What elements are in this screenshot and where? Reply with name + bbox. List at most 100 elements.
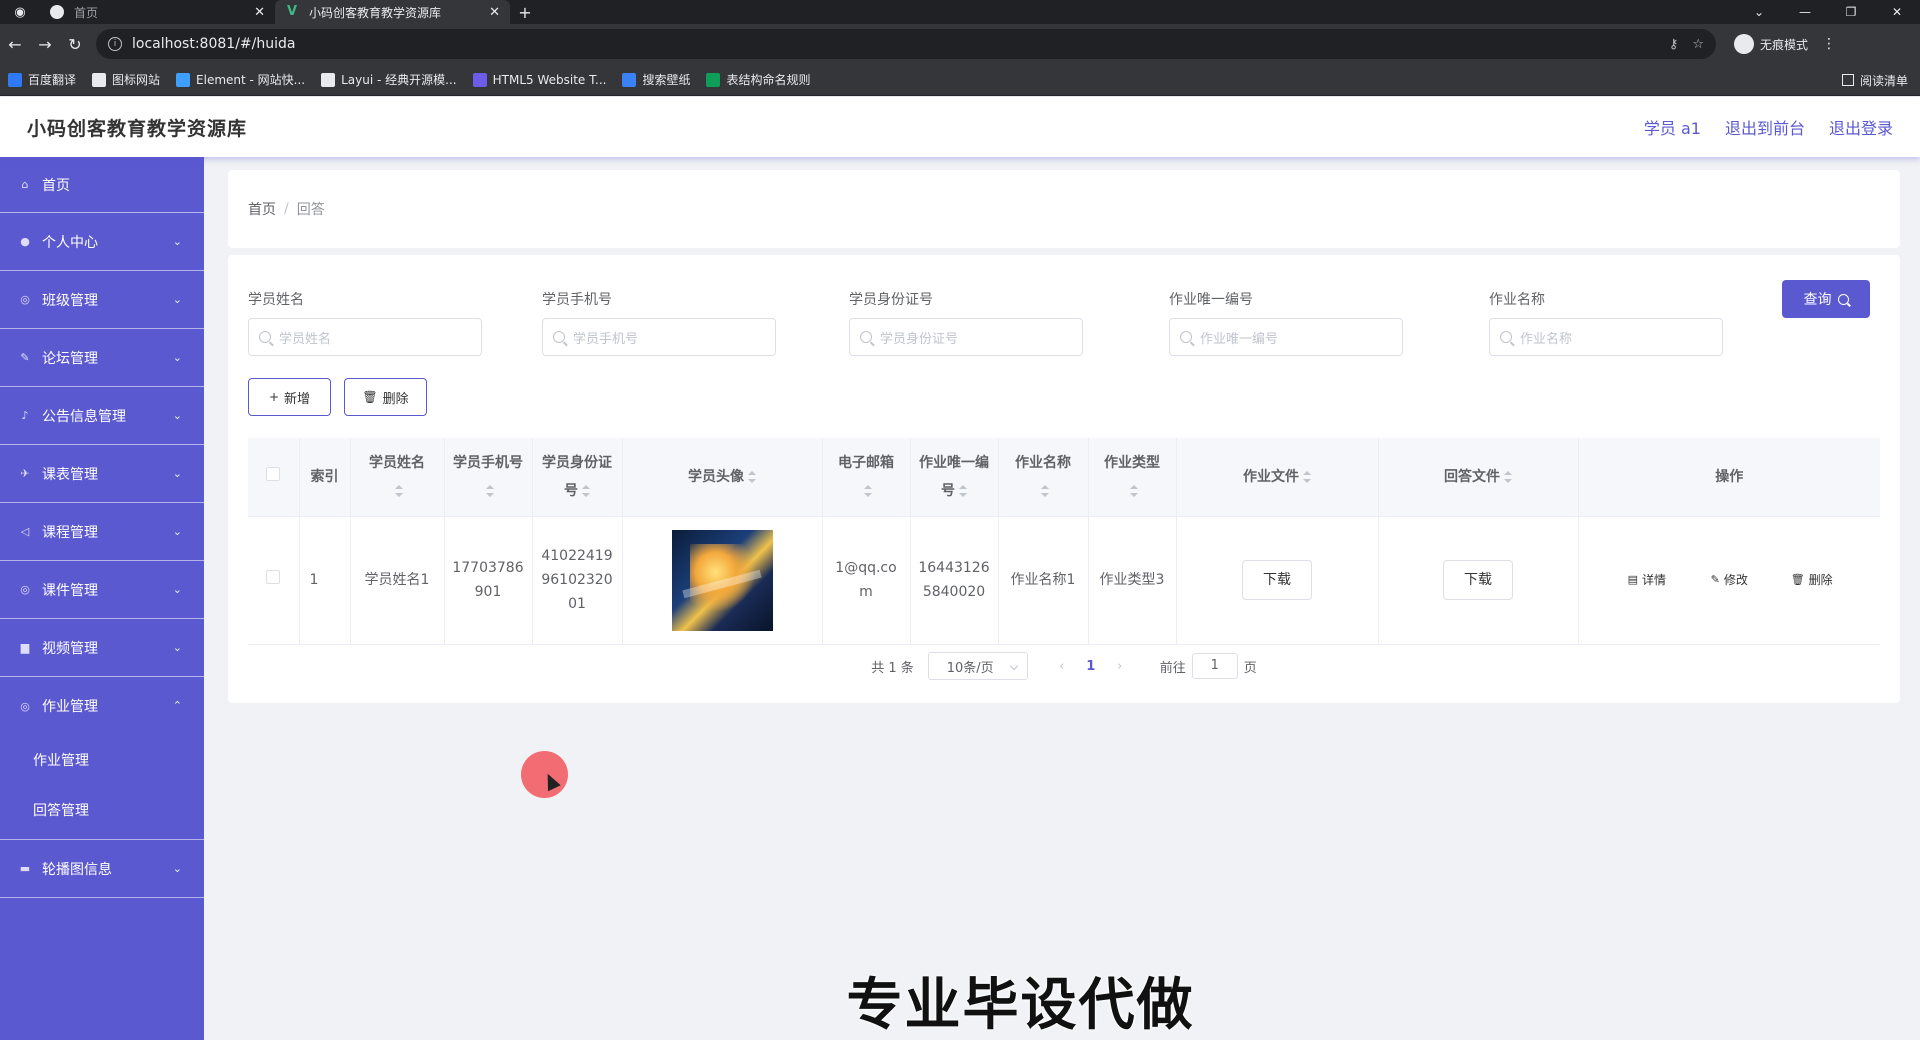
sidebar-item-forum[interactable]: ✎ 论坛管理 ⌄ [0, 329, 204, 387]
breadcrumb-home[interactable]: 首页 [248, 199, 276, 219]
student-avatar-image [671, 529, 773, 631]
add-button[interactable]: + 新增 [248, 378, 331, 416]
goto-page-input[interactable]: 1 [1191, 653, 1238, 679]
detail-button[interactable]: ▤ 详情 [1612, 565, 1682, 595]
chevron-down-icon[interactable]: ⌄ [1736, 0, 1782, 24]
input-placeholder: 学员手机号 [573, 331, 639, 347]
sidebar-item-schedule[interactable]: ✈ 课表管理 ⌄ [0, 445, 204, 503]
bookmark-item[interactable]: Element - 网站快... [176, 71, 305, 88]
cell-index: 1 [299, 516, 351, 645]
sort-icon[interactable] [1504, 470, 1512, 483]
batch-delete-button[interactable]: 🗑 删除 [344, 378, 427, 416]
sort-icon[interactable] [582, 484, 590, 497]
cell-actions: ▤ 详情 ✎ 修改 🗑 删除 [1578, 516, 1880, 645]
back-arrow-icon[interactable]: ← [0, 35, 30, 54]
close-window-button[interactable]: ✕ [1874, 0, 1920, 24]
document-icon: ▤ [1627, 573, 1638, 586]
sort-icon[interactable] [1130, 484, 1138, 497]
url-field[interactable]: i localhost:8081/#/huida ⚷ ☆ [96, 29, 1716, 59]
star-icon[interactable]: ☆ [1692, 37, 1704, 52]
exit-to-front-link[interactable]: 退出到前台 [1725, 115, 1805, 139]
homework-file-download-button[interactable]: 下载 [1242, 560, 1312, 600]
bookmark-icon [8, 72, 22, 87]
sort-icon[interactable] [959, 484, 967, 497]
sidebar-item-class[interactable]: ◎ 班级管理 ⌄ [0, 271, 204, 329]
bookmark-item[interactable]: 百度翻译 [8, 71, 76, 88]
bookmark-item[interactable]: 搜索壁纸 [622, 71, 690, 88]
column-header[interactable]: 作业名称 [998, 438, 1089, 517]
column-header[interactable]: 作业类型 [1088, 438, 1177, 517]
user-name-link[interactable]: 学员 a1 [1644, 115, 1701, 139]
student-name-input[interactable]: 学员姓名 [248, 318, 482, 356]
sidebar-item-courseware[interactable]: ◎ 课件管理 ⌄ [0, 561, 204, 619]
submenu-item-homework[interactable]: 作业管理 [0, 735, 204, 785]
page-size-select[interactable]: 10条/页 [927, 652, 1028, 680]
column-header[interactable]: 电子邮箱 [822, 438, 911, 517]
column-header[interactable]: 学员头像 [622, 438, 823, 517]
tab-search-icon[interactable]: ◉ [0, 0, 40, 24]
bookmark-item[interactable]: 表结构命名规则 [706, 71, 810, 88]
bookmark-item[interactable]: HTML5 Website T... [472, 72, 606, 87]
reading-list[interactable]: 阅读清单 [1841, 64, 1908, 96]
close-icon[interactable]: ✕ [254, 5, 265, 20]
sidebar-item-carousel[interactable]: ▬ 轮播图信息 ⌄ [0, 840, 204, 898]
breadcrumb-separator: / [284, 201, 289, 217]
answer-file-download-button[interactable]: 下载 [1443, 560, 1513, 600]
incognito-profile[interactable]: 无痕模式 [1734, 34, 1808, 54]
sort-icon[interactable] [748, 470, 756, 483]
column-header[interactable]: 学员姓名 [350, 438, 445, 517]
logout-link[interactable]: 退出登录 [1829, 115, 1893, 139]
cell-student-phone: 17703786901 [444, 516, 533, 645]
sidebar-item-home[interactable]: ⌂ 首页 [0, 157, 204, 213]
forward-arrow-icon[interactable]: → [30, 35, 60, 54]
sort-icon[interactable] [1303, 470, 1311, 483]
browser-tab-home[interactable]: 首页 ✕ [40, 0, 275, 24]
delete-button[interactable]: 🗑 删除 [1777, 565, 1847, 595]
bookmark-item[interactable]: Layui - 经典开源模... [321, 71, 457, 88]
key-icon[interactable]: ⚷ [1669, 37, 1679, 52]
prev-page-icon[interactable]: ‹ [1048, 659, 1076, 674]
more-menu-icon[interactable]: ⋮ [1822, 36, 1836, 52]
sidebar-item-video[interactable]: ▆ 视频管理 ⌄ [0, 619, 204, 677]
sort-icon[interactable] [864, 484, 872, 497]
info-icon[interactable]: i [108, 37, 122, 51]
bookmark-item[interactable]: 图标网站 [92, 71, 160, 88]
sidebar-item-profile[interactable]: ● 个人中心 ⌄ [0, 213, 204, 271]
student-phone-input[interactable]: 学员手机号 [542, 318, 776, 356]
input-placeholder: 学员姓名 [279, 331, 332, 347]
column-header[interactable]: 学员身份证号 [532, 438, 623, 517]
column-header[interactable]: 作业唯一编号 [910, 438, 999, 517]
browser-tab-active[interactable]: V 小码创客教育教学资源库 ✕ [275, 0, 510, 24]
homework-name-input[interactable]: 作业名称 [1489, 318, 1723, 356]
row-checkbox[interactable] [266, 570, 281, 584]
cell-answer-file: 下载 [1378, 516, 1579, 645]
sidebar-item-notice[interactable]: ♪ 公告信息管理 ⌄ [0, 387, 204, 445]
restore-button[interactable]: ❐ [1828, 0, 1874, 24]
query-button[interactable]: 查询 [1782, 280, 1870, 318]
next-page-icon[interactable]: › [1106, 659, 1134, 674]
submenu-item-answer[interactable]: 回答管理 [0, 785, 204, 835]
cell-email: 1@qq.com [822, 516, 911, 645]
close-icon[interactable]: ✕ [489, 5, 500, 20]
sidebar-item-course[interactable]: ◁ 课程管理 ⌄ [0, 503, 204, 561]
sidebar-item-homework[interactable]: ◎ 作业管理 ⌃ [0, 677, 204, 735]
page-number[interactable]: 1 [1076, 659, 1106, 674]
watermark-text: 专业毕设代做 [846, 973, 1195, 1038]
chevron-down-icon: ⌄ [172, 862, 182, 875]
homework-no-input[interactable]: 作业唯一编号 [1169, 318, 1403, 356]
sort-icon[interactable] [486, 484, 494, 497]
column-header[interactable]: 学员手机号 [444, 438, 533, 517]
sort-icon[interactable] [1041, 484, 1049, 497]
column-header[interactable]: 回答文件 [1378, 438, 1579, 517]
column-header[interactable]: 作业文件 [1176, 438, 1379, 517]
reload-icon[interactable]: ↻ [60, 35, 90, 54]
minimize-button[interactable]: — [1782, 0, 1828, 24]
search-icon [553, 331, 565, 343]
edit-button[interactable]: ✎ 修改 [1694, 565, 1764, 595]
html5-icon [472, 72, 487, 87]
select-all-checkbox[interactable] [266, 466, 281, 481]
new-tab-button[interactable]: + [510, 0, 540, 24]
student-idcard-input[interactable]: 学员身份证号 [849, 318, 1083, 356]
reading-list-icon [1841, 74, 1854, 86]
sort-icon[interactable] [395, 484, 403, 497]
